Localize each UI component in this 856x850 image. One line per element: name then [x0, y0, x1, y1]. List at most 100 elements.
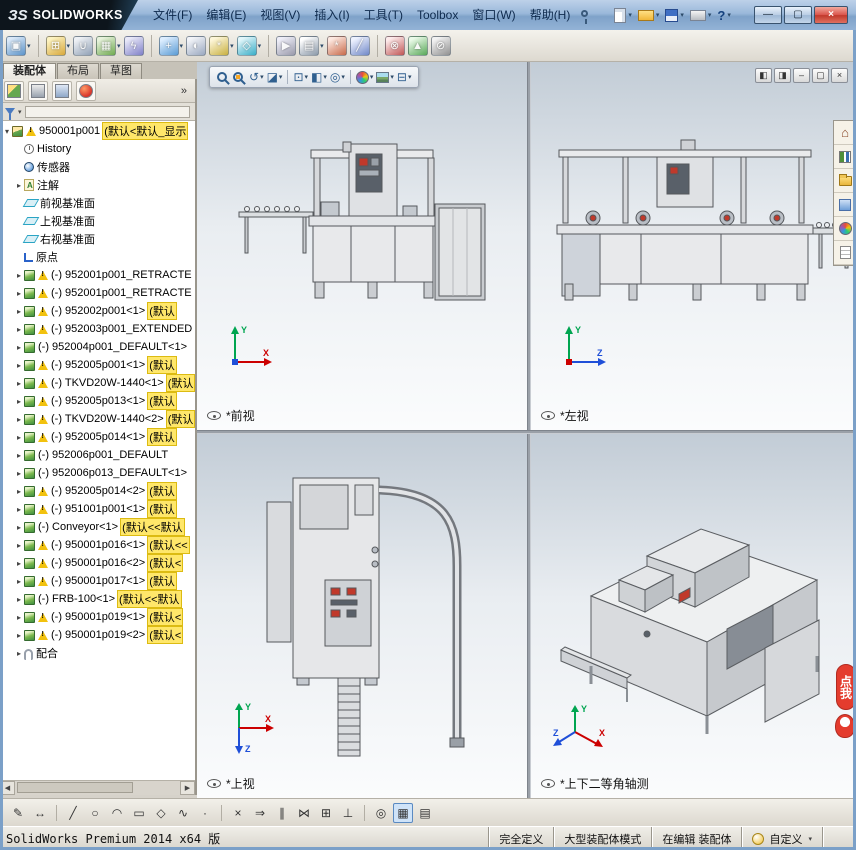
scrollbar-track[interactable] — [15, 781, 180, 795]
expand-arrow-icon[interactable]: ▸ — [14, 271, 24, 280]
menu-help[interactable]: 帮助(H) — [523, 1, 578, 29]
tree-item[interactable]: ▸ 配合 — [0, 644, 195, 662]
section-view-button[interactable]: ◪ ▾ — [267, 68, 283, 86]
menu-view[interactable]: 视图(V) — [253, 1, 307, 29]
tree-item[interactable]: 右视基准面 — [0, 230, 195, 248]
tree-item[interactable]: ▸ (-) 952004p001_DEFAULT<1> — [0, 338, 195, 356]
assembly-features-button[interactable]: * ▾ — [209, 35, 234, 56]
expand-arrow-icon[interactable]: ▸ — [14, 577, 24, 586]
minimize-button[interactable]: — — [754, 6, 782, 24]
close-button[interactable]: × — [814, 6, 848, 24]
tree-item[interactable]: ▸ (-) 950001p019<2>(默认< — [0, 626, 195, 644]
maximize-button[interactable]: ▢ — [784, 6, 812, 24]
save-button[interactable]: ▾ — [665, 8, 684, 22]
convert-entities-button[interactable]: ⇒ — [250, 803, 270, 823]
expand-arrow-icon[interactable]: ▸ — [14, 289, 24, 298]
tree-item[interactable]: ▸ (-) 952002p001<1>(默认 — [0, 302, 195, 320]
dropdown-caret-icon[interactable]: ▾ — [67, 42, 71, 50]
viewport-left[interactable]: Y Z *左视 — [531, 62, 856, 430]
dropdown-caret-icon[interactable]: ▾ — [320, 42, 324, 50]
explode-line-sketch-button[interactable]: ╱ — [349, 35, 370, 56]
move-component-button[interactable]: + ▾ — [158, 35, 184, 56]
tree-item[interactable]: ▸ (-) 952006p013_DEFAULT<1> — [0, 464, 195, 482]
expand-arrow-icon[interactable]: ▸ — [14, 487, 24, 496]
dropdown-caret-icon[interactable]: ▾ — [260, 73, 264, 81]
tree-item[interactable]: ▸ (-) 952001p001_RETRACTE — [0, 266, 195, 284]
filter-caret-icon[interactable]: ▾ — [18, 108, 22, 116]
arc-button[interactable]: ◠ — [107, 803, 127, 823]
exploded-view-button[interactable]: * — [326, 35, 347, 56]
expand-arrow-icon[interactable]: ▸ — [14, 631, 24, 640]
tree-item[interactable]: ▸ 注解 — [0, 176, 195, 194]
point-button[interactable]: · — [195, 803, 215, 823]
trim-entities-button[interactable]: × — [228, 803, 248, 823]
instant3d-button[interactable]: ▲ — [407, 35, 428, 56]
solidworks-resources-tab[interactable]: ⌂ — [834, 121, 856, 145]
custom-properties-tab[interactable] — [834, 241, 856, 265]
expand-arrow-icon[interactable]: ▸ — [14, 361, 24, 370]
design-library-tab[interactable] — [834, 145, 856, 169]
dropdown-caret-icon[interactable]: ▾ — [390, 73, 394, 81]
expand-arrow-icon[interactable]: ▸ — [14, 451, 24, 460]
tree-item[interactable]: ▸ (-) TKVD20W-1440<1>(默认 — [0, 374, 195, 392]
dropdown-caret-icon[interactable]: ▾ — [323, 73, 327, 81]
dropdown-caret-icon[interactable]: ▾ — [258, 42, 262, 50]
expand-arrow-icon[interactable]: ▸ — [14, 433, 24, 442]
tree-item[interactable]: ▸ (-) 950001p016<1>(默认<< — [0, 536, 195, 554]
tree-item[interactable]: ▸ (-) 952005p001<1>(默认 — [0, 356, 195, 374]
tab-sketch[interactable]: 草图 — [100, 63, 142, 79]
expand-arrow-icon[interactable]: ▸ — [14, 379, 24, 388]
mirror-entities-button[interactable]: ⋈ — [294, 803, 314, 823]
edit-appearance-button[interactable]: ▾ — [355, 70, 373, 84]
tree-item[interactable]: ▸ (-) 951001p001<1>(默认 — [0, 500, 195, 518]
expand-arrow-icon[interactable]: ▸ — [14, 181, 24, 190]
tree-item[interactable]: ▸ (-) 950001p019<1>(默认< — [0, 608, 195, 626]
view-palette-tab[interactable] — [834, 193, 856, 217]
tab-layout[interactable]: 布局 — [57, 63, 99, 79]
collapse-arrow-icon[interactable]: ▾ — [2, 127, 12, 136]
polygon-button[interactable]: ◇ — [151, 803, 171, 823]
expand-arrow-icon[interactable]: ▸ — [14, 325, 24, 334]
expand-arrow-icon[interactable]: ▸ — [14, 559, 24, 568]
viewport-top[interactable]: Y X Z *上视 — [197, 434, 527, 798]
apply-scene-button[interactable]: ▾ — [376, 71, 394, 83]
file-explorer-tab[interactable] — [834, 169, 856, 193]
scrollbar-thumb[interactable] — [17, 782, 133, 793]
menu-file[interactable]: 文件(F) — [146, 1, 199, 29]
expand-arrow-icon[interactable]: ▸ — [14, 595, 24, 604]
zoom-to-fit-button[interactable] — [217, 72, 230, 82]
view-orientation-button[interactable]: ⊡ ▾ — [293, 68, 308, 86]
menu-edit[interactable]: 编辑(E) — [199, 1, 253, 29]
close-document-button[interactable]: × — [831, 68, 848, 83]
linear-component-pattern-button[interactable]: ▦ ▾ — [96, 35, 121, 56]
display-style-button[interactable]: ◧ ▾ — [311, 68, 327, 86]
dropdown-caret-icon[interactable]: ▾ — [230, 42, 234, 50]
dropdown-caret-icon[interactable]: ▾ — [180, 42, 184, 50]
dropdown-caret-icon[interactable]: ▾ — [680, 11, 684, 19]
restore-document-button[interactable]: ▢ — [812, 68, 829, 83]
tree-item[interactable]: ▸ (-) FRB-100<1> (默认<<默认 — [0, 590, 195, 608]
dropdown-caret-icon[interactable]: ▾ — [117, 42, 121, 50]
menu-insert[interactable]: 插入(I) — [307, 1, 356, 29]
tree-item[interactable]: 传感器 — [0, 158, 195, 176]
new-motion-study-button[interactable]: ▶ — [276, 35, 297, 56]
tree-item[interactable]: ▸ (-) 952005p013<1>(默认 — [0, 392, 195, 410]
expand-arrow-icon[interactable]: ▸ — [14, 505, 24, 514]
tree-item[interactable]: ▸ (-) 952005p014<2>(默认 — [0, 482, 195, 500]
float-ad-badge[interactable]: 点我 — [836, 664, 856, 710]
instant2d-button[interactable]: ▤ — [415, 803, 435, 823]
expand-arrow-icon[interactable]: ▸ — [14, 523, 24, 532]
show-hidden-components-button[interactable]: ◐ — [186, 35, 207, 56]
expand-arrow-icon[interactable]: ▸ — [14, 649, 24, 658]
bill-of-materials-button[interactable]: ▤ ▾ — [299, 35, 324, 56]
grid-system-button[interactable]: ▦ — [393, 802, 413, 823]
viewport-isometric[interactable]: Y X Z *上下二等角轴测 — [531, 434, 856, 798]
dropdown-caret-icon[interactable]: ▾ — [727, 11, 731, 19]
rectangle-button[interactable]: ▭ — [129, 803, 149, 823]
insert-components-button[interactable]: ⊞ ▾ — [45, 35, 71, 56]
sketch-button[interactable]: ✎ — [8, 803, 28, 823]
mascot-graphic[interactable] — [835, 714, 855, 738]
open-button[interactable]: ▾ — [637, 9, 659, 21]
appearances-scenes-tab[interactable] — [834, 217, 856, 241]
smart-fasteners-button[interactable]: ϟ — [123, 35, 144, 56]
